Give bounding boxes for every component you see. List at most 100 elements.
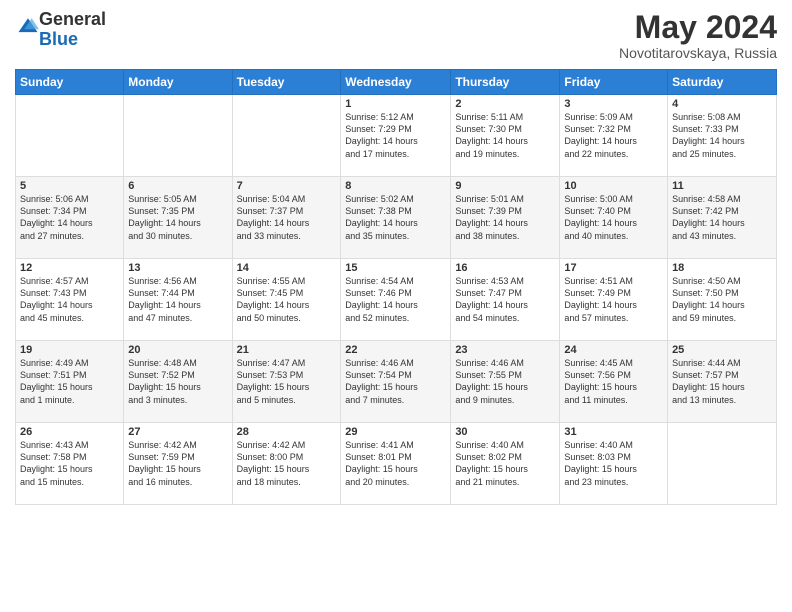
day-number: 31 — [564, 426, 663, 438]
calendar-cell — [124, 95, 232, 177]
weekday-header-row: SundayMondayTuesdayWednesdayThursdayFrid… — [16, 70, 777, 95]
day-number: 11 — [672, 180, 772, 192]
calendar-cell: 25Sunrise: 4:44 AM Sunset: 7:57 PM Dayli… — [668, 341, 777, 423]
cell-content: Sunrise: 4:41 AM Sunset: 8:01 PM Dayligh… — [345, 439, 446, 488]
cell-content: Sunrise: 4:51 AM Sunset: 7:49 PM Dayligh… — [564, 275, 663, 324]
calendar-cell: 6Sunrise: 5:05 AM Sunset: 7:35 PM Daylig… — [124, 177, 232, 259]
logo-blue: Blue — [39, 29, 78, 49]
cell-content: Sunrise: 4:56 AM Sunset: 7:44 PM Dayligh… — [128, 275, 227, 324]
cell-content: Sunrise: 4:57 AM Sunset: 7:43 PM Dayligh… — [20, 275, 119, 324]
cell-content: Sunrise: 5:09 AM Sunset: 7:32 PM Dayligh… — [564, 111, 663, 160]
day-number: 25 — [672, 344, 772, 356]
calendar-cell: 5Sunrise: 5:06 AM Sunset: 7:34 PM Daylig… — [16, 177, 124, 259]
cell-content: Sunrise: 5:06 AM Sunset: 7:34 PM Dayligh… — [20, 193, 119, 242]
cell-content: Sunrise: 4:42 AM Sunset: 8:00 PM Dayligh… — [237, 439, 337, 488]
calendar-cell: 26Sunrise: 4:43 AM Sunset: 7:58 PM Dayli… — [16, 423, 124, 505]
logo: General Blue — [15, 10, 106, 50]
calendar-cell: 29Sunrise: 4:41 AM Sunset: 8:01 PM Dayli… — [341, 423, 451, 505]
day-number: 10 — [564, 180, 663, 192]
cell-content: Sunrise: 5:11 AM Sunset: 7:30 PM Dayligh… — [455, 111, 555, 160]
calendar-cell: 22Sunrise: 4:46 AM Sunset: 7:54 PM Dayli… — [341, 341, 451, 423]
cell-content: Sunrise: 5:00 AM Sunset: 7:40 PM Dayligh… — [564, 193, 663, 242]
calendar-cell: 21Sunrise: 4:47 AM Sunset: 7:53 PM Dayli… — [232, 341, 341, 423]
calendar-week-row: 5Sunrise: 5:06 AM Sunset: 7:34 PM Daylig… — [16, 177, 777, 259]
weekday-header: Tuesday — [232, 70, 341, 95]
calendar-cell: 10Sunrise: 5:00 AM Sunset: 7:40 PM Dayli… — [560, 177, 668, 259]
calendar-week-row: 26Sunrise: 4:43 AM Sunset: 7:58 PM Dayli… — [16, 423, 777, 505]
calendar-cell: 14Sunrise: 4:55 AM Sunset: 7:45 PM Dayli… — [232, 259, 341, 341]
month-year: May 2024 — [619, 10, 777, 45]
logo-icon — [17, 16, 39, 38]
day-number: 20 — [128, 344, 227, 356]
calendar-cell: 19Sunrise: 4:49 AM Sunset: 7:51 PM Dayli… — [16, 341, 124, 423]
calendar-cell: 7Sunrise: 5:04 AM Sunset: 7:37 PM Daylig… — [232, 177, 341, 259]
day-number: 22 — [345, 344, 446, 356]
header: General Blue May 2024 Novotitarovskaya, … — [15, 10, 777, 61]
day-number: 23 — [455, 344, 555, 356]
cell-content: Sunrise: 4:45 AM Sunset: 7:56 PM Dayligh… — [564, 357, 663, 406]
day-number: 9 — [455, 180, 555, 192]
cell-content: Sunrise: 4:46 AM Sunset: 7:55 PM Dayligh… — [455, 357, 555, 406]
cell-content: Sunrise: 4:58 AM Sunset: 7:42 PM Dayligh… — [672, 193, 772, 242]
cell-content: Sunrise: 4:43 AM Sunset: 7:58 PM Dayligh… — [20, 439, 119, 488]
day-number: 15 — [345, 262, 446, 274]
day-number: 12 — [20, 262, 119, 274]
day-number: 30 — [455, 426, 555, 438]
day-number: 17 — [564, 262, 663, 274]
location: Novotitarovskaya, Russia — [619, 45, 777, 61]
cell-content: Sunrise: 4:42 AM Sunset: 7:59 PM Dayligh… — [128, 439, 227, 488]
weekday-header: Thursday — [451, 70, 560, 95]
day-number: 13 — [128, 262, 227, 274]
calendar-week-row: 19Sunrise: 4:49 AM Sunset: 7:51 PM Dayli… — [16, 341, 777, 423]
calendar-cell: 1Sunrise: 5:12 AM Sunset: 7:29 PM Daylig… — [341, 95, 451, 177]
cell-content: Sunrise: 4:46 AM Sunset: 7:54 PM Dayligh… — [345, 357, 446, 406]
calendar-cell: 17Sunrise: 4:51 AM Sunset: 7:49 PM Dayli… — [560, 259, 668, 341]
day-number: 4 — [672, 98, 772, 110]
calendar-cell: 4Sunrise: 5:08 AM Sunset: 7:33 PM Daylig… — [668, 95, 777, 177]
calendar-week-row: 1Sunrise: 5:12 AM Sunset: 7:29 PM Daylig… — [16, 95, 777, 177]
calendar-cell: 31Sunrise: 4:40 AM Sunset: 8:03 PM Dayli… — [560, 423, 668, 505]
day-number: 2 — [455, 98, 555, 110]
calendar-cell — [16, 95, 124, 177]
day-number: 26 — [20, 426, 119, 438]
calendar-cell: 28Sunrise: 4:42 AM Sunset: 8:00 PM Dayli… — [232, 423, 341, 505]
calendar-cell: 16Sunrise: 4:53 AM Sunset: 7:47 PM Dayli… — [451, 259, 560, 341]
day-number: 1 — [345, 98, 446, 110]
cell-content: Sunrise: 4:49 AM Sunset: 7:51 PM Dayligh… — [20, 357, 119, 406]
cell-content: Sunrise: 5:12 AM Sunset: 7:29 PM Dayligh… — [345, 111, 446, 160]
day-number: 14 — [237, 262, 337, 274]
day-number: 21 — [237, 344, 337, 356]
day-number: 7 — [237, 180, 337, 192]
day-number: 6 — [128, 180, 227, 192]
day-number: 5 — [20, 180, 119, 192]
day-number: 16 — [455, 262, 555, 274]
page: General Blue May 2024 Novotitarovskaya, … — [0, 0, 792, 612]
weekday-header: Wednesday — [341, 70, 451, 95]
calendar-cell: 20Sunrise: 4:48 AM Sunset: 7:52 PM Dayli… — [124, 341, 232, 423]
day-number: 28 — [237, 426, 337, 438]
title-block: May 2024 Novotitarovskaya, Russia — [619, 10, 777, 61]
calendar-cell: 18Sunrise: 4:50 AM Sunset: 7:50 PM Dayli… — [668, 259, 777, 341]
cell-content: Sunrise: 4:40 AM Sunset: 8:02 PM Dayligh… — [455, 439, 555, 488]
cell-content: Sunrise: 5:01 AM Sunset: 7:39 PM Dayligh… — [455, 193, 555, 242]
weekday-header: Saturday — [668, 70, 777, 95]
cell-content: Sunrise: 5:05 AM Sunset: 7:35 PM Dayligh… — [128, 193, 227, 242]
cell-content: Sunrise: 4:54 AM Sunset: 7:46 PM Dayligh… — [345, 275, 446, 324]
logo-text: General Blue — [39, 10, 106, 50]
calendar-cell: 9Sunrise: 5:01 AM Sunset: 7:39 PM Daylig… — [451, 177, 560, 259]
calendar-cell: 15Sunrise: 4:54 AM Sunset: 7:46 PM Dayli… — [341, 259, 451, 341]
day-number: 29 — [345, 426, 446, 438]
weekday-header: Monday — [124, 70, 232, 95]
cell-content: Sunrise: 4:48 AM Sunset: 7:52 PM Dayligh… — [128, 357, 227, 406]
calendar-cell: 3Sunrise: 5:09 AM Sunset: 7:32 PM Daylig… — [560, 95, 668, 177]
cell-content: Sunrise: 5:04 AM Sunset: 7:37 PM Dayligh… — [237, 193, 337, 242]
calendar-cell: 30Sunrise: 4:40 AM Sunset: 8:02 PM Dayli… — [451, 423, 560, 505]
calendar-table: SundayMondayTuesdayWednesdayThursdayFrid… — [15, 69, 777, 505]
cell-content: Sunrise: 4:53 AM Sunset: 7:47 PM Dayligh… — [455, 275, 555, 324]
cell-content: Sunrise: 5:02 AM Sunset: 7:38 PM Dayligh… — [345, 193, 446, 242]
calendar-cell: 11Sunrise: 4:58 AM Sunset: 7:42 PM Dayli… — [668, 177, 777, 259]
cell-content: Sunrise: 4:55 AM Sunset: 7:45 PM Dayligh… — [237, 275, 337, 324]
weekday-header: Friday — [560, 70, 668, 95]
calendar-cell — [232, 95, 341, 177]
day-number: 19 — [20, 344, 119, 356]
